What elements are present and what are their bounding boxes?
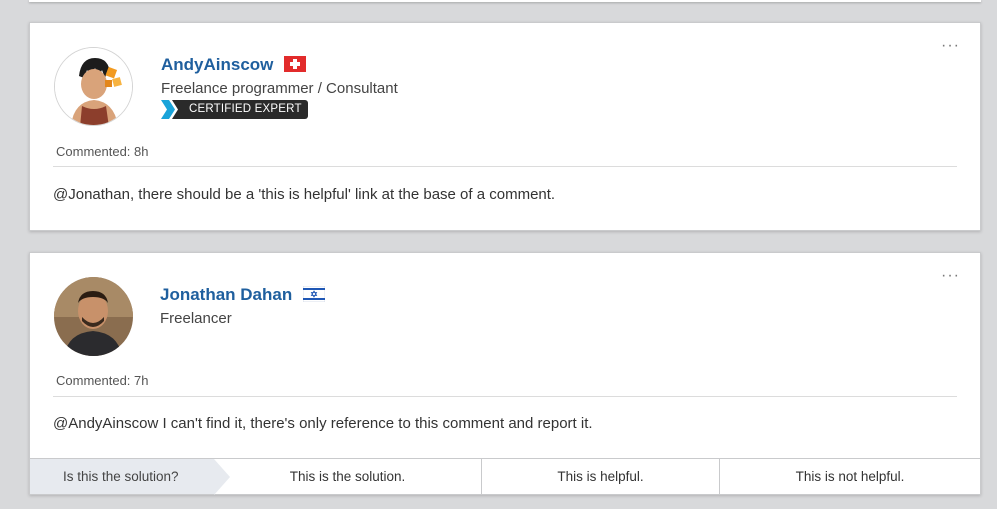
cartoon-avatar-icon xyxy=(55,48,132,125)
mark-not-helpful-button[interactable]: This is not helpful. xyxy=(719,459,980,494)
avatar[interactable] xyxy=(54,47,133,126)
previous-card-edge xyxy=(29,0,981,2)
comment-body: @Jonathan, there should be a 'this is he… xyxy=(53,186,556,203)
comment-card: ··· AndyAinscow Freelance programmer / C… xyxy=(29,22,981,231)
more-options-icon[interactable]: ··· xyxy=(941,268,960,284)
comment-timestamp: Commented: 7h xyxy=(56,373,149,388)
user-title: Freelance programmer / Consultant xyxy=(161,80,398,97)
divider xyxy=(53,396,957,397)
certified-expert-badge: CERTIFIED EXPERT xyxy=(161,100,308,119)
comment-card: ··· Jonathan Dahan Freelancer Commented:… xyxy=(29,252,981,495)
solution-action-bar: Is this the solution? This is the soluti… xyxy=(30,458,980,495)
comment-timestamp: Commented: 8h xyxy=(56,144,149,159)
divider xyxy=(53,166,957,167)
mark-helpful-button[interactable]: This is helpful. xyxy=(481,459,719,494)
more-options-icon[interactable]: ··· xyxy=(941,38,960,54)
user-name: AndyAinscow xyxy=(161,55,274,74)
switzerland-flag-icon xyxy=(284,56,307,72)
comment-body: @AndyAinscow I can't find it, there's on… xyxy=(53,415,593,432)
israel-flag-icon xyxy=(302,286,325,302)
is-solution-prompt: Is this the solution? xyxy=(30,459,230,495)
mark-solution-button[interactable]: This is the solution. xyxy=(214,459,481,494)
user-title: Freelancer xyxy=(160,310,232,327)
user-name: Jonathan Dahan xyxy=(160,285,293,304)
user-name-link[interactable]: AndyAinscow xyxy=(161,55,307,75)
profile-photo-icon xyxy=(54,277,133,356)
certified-expert-label: CERTIFIED EXPERT xyxy=(183,100,308,119)
user-name-link[interactable]: Jonathan Dahan xyxy=(160,285,325,305)
avatar[interactable] xyxy=(54,277,133,356)
